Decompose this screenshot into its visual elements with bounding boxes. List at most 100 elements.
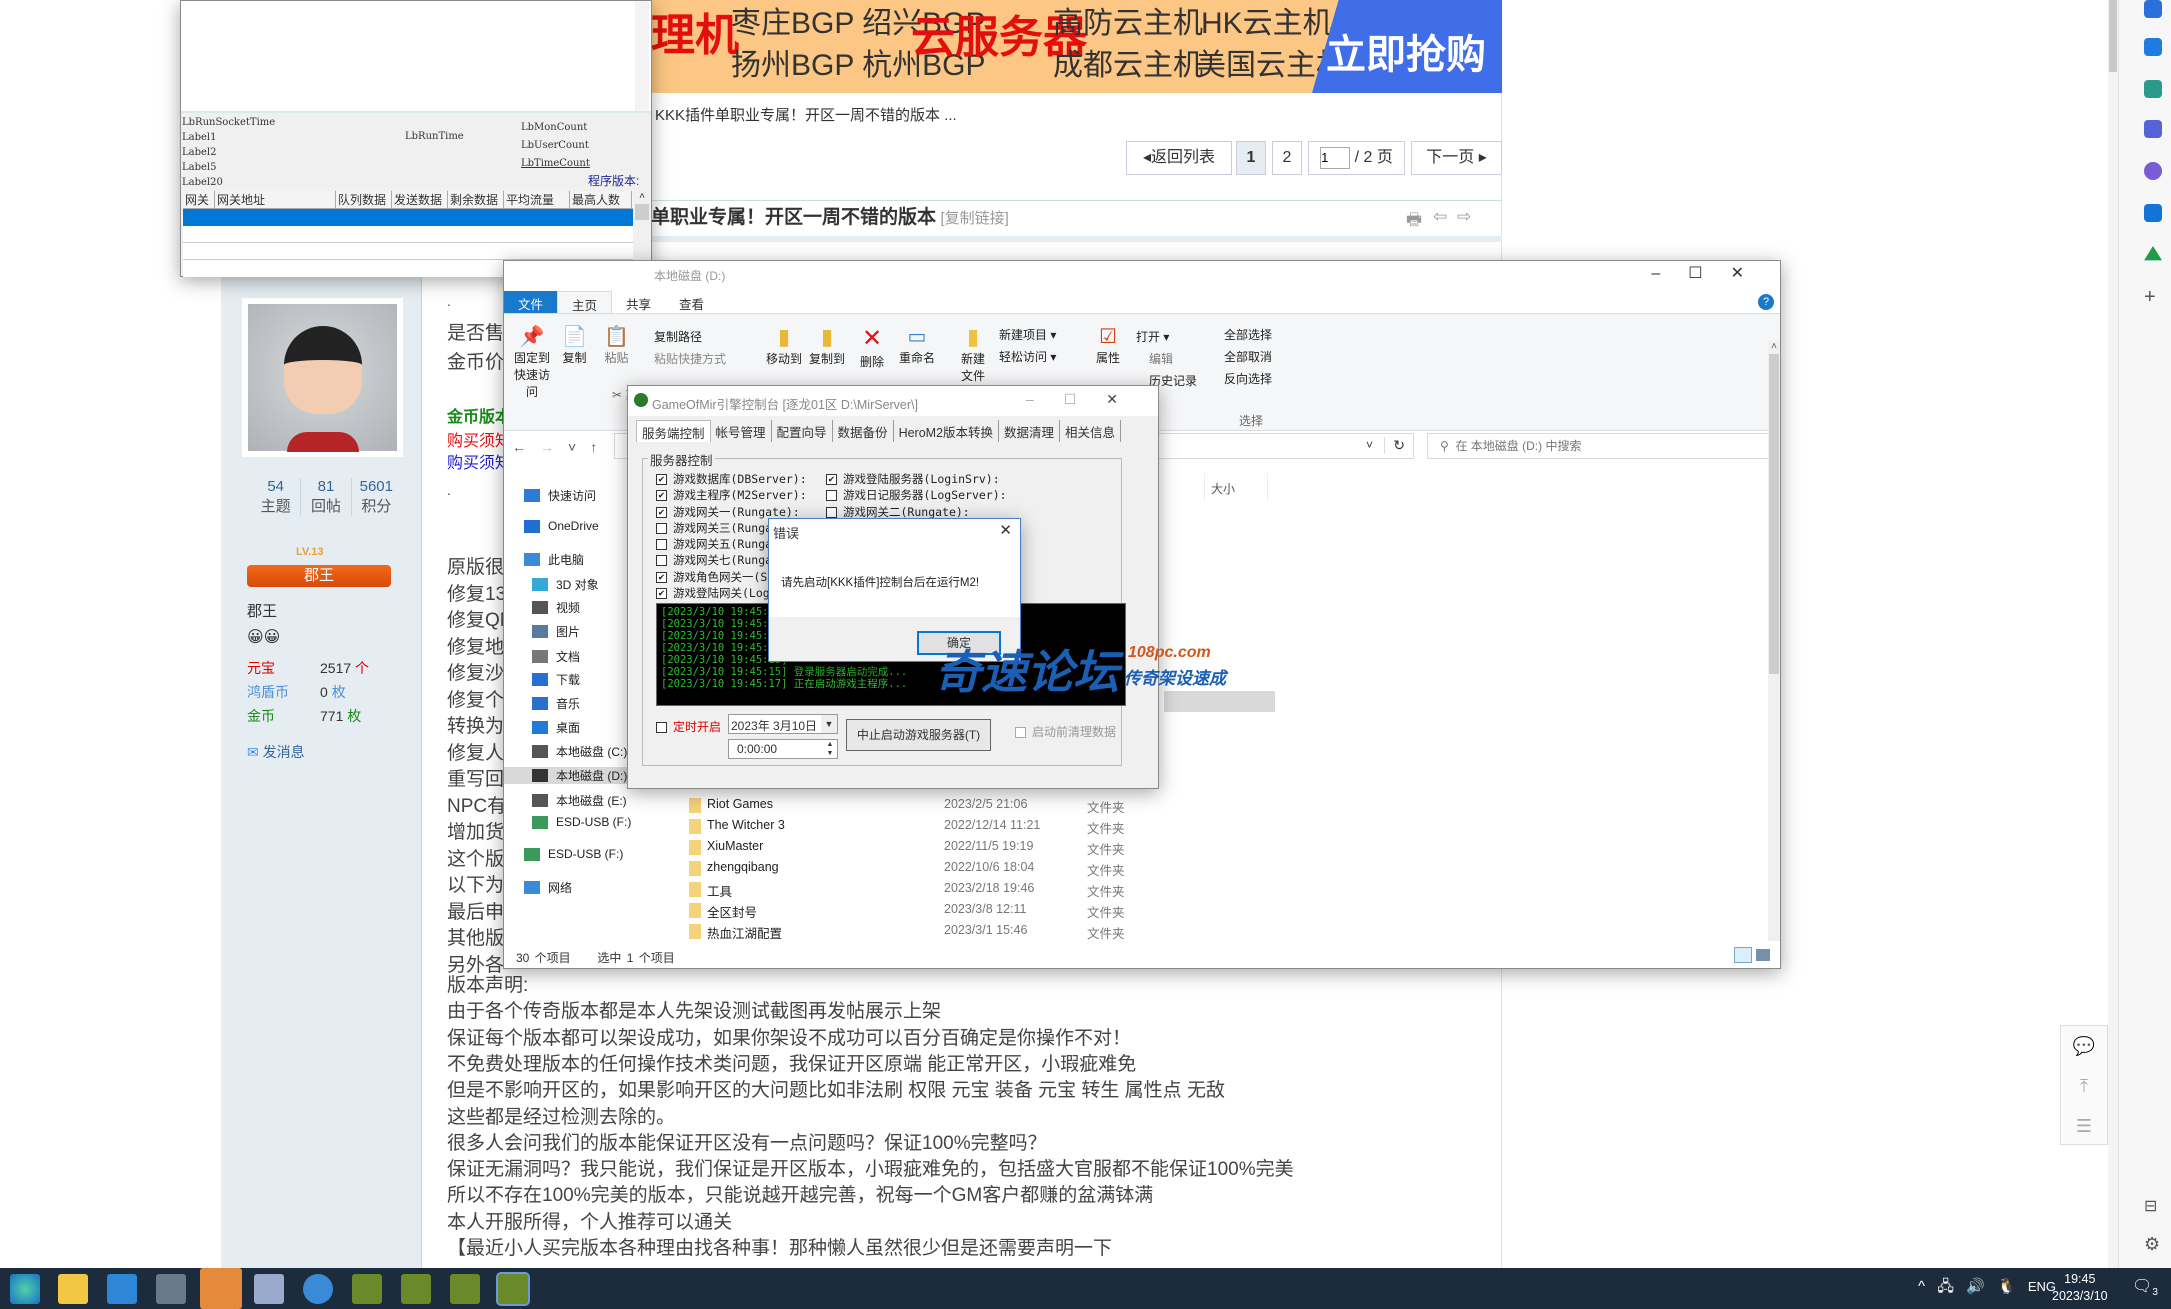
next-thread-icon[interactable]: ⇨ [1457, 207, 1471, 227]
gom-tab[interactable]: 相关信息 [1060, 420, 1122, 442]
nav-item[interactable]: 3D 对象 [532, 576, 599, 593]
nav-item[interactable]: 本地磁盘 (C:) [532, 743, 627, 760]
checkbox[interactable]: ✔ [656, 474, 667, 485]
checkbox[interactable]: ✔ [826, 474, 837, 485]
notification-center-icon[interactable]: 🗨3 [2132, 1276, 2158, 1298]
shopping-tag-icon[interactable] [2144, 38, 2162, 56]
gom-tab[interactable]: 服务端控制 [636, 420, 711, 442]
checkbox[interactable]: ✔ [656, 506, 667, 518]
gom-tab[interactable]: 数据备份 [833, 420, 894, 442]
nav-item[interactable]: ESD-USB (F:) [524, 847, 623, 861]
minimize-button[interactable]: – [1651, 265, 1688, 282]
easy-access-button[interactable]: 轻松访问 ▾ [999, 348, 1056, 365]
gom-minimize-button[interactable]: – [1026, 391, 1064, 407]
gom-taskbar-icon-3[interactable] [450, 1274, 480, 1304]
gate-list-row-selected[interactable] [183, 209, 633, 226]
nav-item[interactable]: 下载 [532, 671, 580, 688]
gate-column-header[interactable]: 平均流量 [504, 191, 570, 208]
nav-item[interactable]: 文档 [532, 648, 580, 665]
file-row[interactable]: 热血江湖配置 2023/3/1 15:46 文件夹 [689, 921, 1289, 942]
server-checkbox[interactable]: 游戏日记服务器(LogServer): [826, 487, 1007, 503]
buy-now-button[interactable]: 立即抢购 [1312, 0, 1502, 93]
rename-button[interactable]: ▭ 重命名 [899, 324, 935, 366]
network-icon[interactable]: 🖧 [1937, 1278, 1954, 1295]
nav-item[interactable]: 图片 [532, 623, 580, 640]
gate-column-header[interactable]: 网关地址 [215, 191, 336, 208]
show-hidden-icons[interactable]: ^ [1918, 1278, 1925, 1295]
comment-icon[interactable]: 💬 [2061, 1026, 2107, 1066]
gom-taskbar-icon-2[interactable] [401, 1274, 431, 1304]
pin-quick-access-button[interactable]: 📌 固定到快速访问 [510, 324, 554, 400]
active-app-taskbar-icon[interactable] [200, 1268, 242, 1309]
copy-button[interactable]: 📄 复制 [562, 324, 587, 366]
gom-tab[interactable]: 配置向导 [772, 420, 833, 442]
office-icon[interactable] [2144, 162, 2162, 180]
checkbox[interactable]: ✔ [656, 490, 667, 502]
edit-button[interactable]: 编辑 [1149, 350, 1173, 367]
next-page-button[interactable]: 下一页 ▸ [1411, 141, 1502, 175]
date-dropdown-icon[interactable]: ▼ [821, 715, 837, 733]
recent-chevron-icon[interactable]: ˅ [568, 439, 590, 455]
nav-item[interactable]: 网络 [524, 879, 572, 896]
clock[interactable]: 19:45 2023/3/10 [2052, 1271, 2108, 1305]
forward-arrow-icon[interactable]: → [540, 439, 568, 455]
file-explorer-taskbar-icon[interactable] [58, 1274, 88, 1304]
checkbox[interactable] [656, 522, 667, 534]
page-input[interactable] [1320, 146, 1351, 169]
select-all-button[interactable]: 全部选择 [1224, 324, 1272, 346]
page-2-button[interactable]: 2 [1272, 141, 1302, 175]
file-row[interactable]: 全区封号 2023/3/8 12:11 文件夹 [689, 900, 1289, 921]
properties-button[interactable]: ☑ 属性 [1096, 324, 1120, 366]
edge-taskbar-icon[interactable] [10, 1274, 40, 1304]
volume-icon[interactable]: 🔊 [1966, 1278, 1985, 1295]
checkbox[interactable] [826, 490, 837, 502]
gate-column-header[interactable]: 剩余数据 [448, 191, 504, 208]
qq-icon[interactable]: 🐧 [1997, 1278, 2016, 1295]
checkbox[interactable] [656, 539, 667, 551]
gate-column-header[interactable]: 队列数据 [336, 191, 392, 208]
sidebar-layout-icon[interactable]: ⊟ [2144, 1196, 2157, 1216]
nav-item[interactable]: OneDrive [524, 519, 599, 533]
nav-item[interactable]: 桌面 [532, 719, 580, 736]
close-button[interactable]: ✕ [1731, 265, 1772, 282]
column-header-size[interactable]: 大小 [1204, 473, 1268, 501]
copy-link[interactable]: [复制链接] [940, 210, 1008, 227]
avatar[interactable] [242, 298, 403, 457]
tools-icon[interactable] [2144, 80, 2162, 98]
send-message-link[interactable]: ✉ 发消息 [247, 742, 305, 762]
gom-tab[interactable]: 帐号管理 [711, 420, 772, 442]
prev-thread-icon[interactable]: ⇦ [1433, 207, 1447, 227]
file-row[interactable]: The Witcher 3 2022/12/14 11:21 文件夹 [689, 816, 1289, 837]
time-input[interactable]: 0:00:00 ▲ ▼ [728, 739, 838, 759]
search-box[interactable]: ⚲ 在 本地磁盘 (D:) 中搜索 [1427, 433, 1769, 459]
paste-shortcut-button[interactable]: 粘贴快捷方式 [654, 350, 726, 367]
nav-item[interactable]: 快速访问 [524, 487, 596, 504]
gom-taskbar-icon-4[interactable] [496, 1272, 530, 1306]
select-none-button[interactable]: 全部取消 [1224, 346, 1272, 368]
copy-path-button[interactable]: 复制路径 [654, 328, 702, 345]
clear-data-checkbox[interactable]: 启动前清理数据 [1015, 723, 1116, 740]
print-icon[interactable]: 🖶 [1406, 207, 1422, 236]
ad-banner[interactable]: 理机 枣庄BGP 绍兴BGP 扬州BGP 杭州BGP 云服务器 高防云主机 HK… [651, 0, 1502, 93]
notepad-taskbar-icon[interactable] [254, 1274, 284, 1304]
stat-points[interactable]: 5601 积分 [352, 478, 401, 516]
refresh-icon[interactable]: ↻ [1384, 437, 1405, 454]
file-row[interactable]: zhengqibang 2022/10/6 18:04 文件夹 [689, 858, 1289, 879]
back-arrow-icon[interactable]: ← [512, 439, 540, 455]
checkbox[interactable] [656, 722, 667, 734]
nav-item[interactable]: ESD-USB (F:) [532, 815, 631, 829]
page-scrollbar[interactable] [2108, 0, 2118, 1268]
file-row[interactable]: XiuMaster 2022/11/5 19:19 文件夹 [689, 837, 1289, 858]
server-checkbox[interactable]: ✔ 游戏主程序(M2Server): [656, 487, 825, 503]
open-button[interactable]: 打开 ▾ [1136, 328, 1169, 345]
checkbox[interactable]: ✔ [656, 588, 667, 600]
help-icon[interactable]: ? [1758, 294, 1774, 310]
checkbox[interactable]: ✔ [656, 571, 667, 583]
buy-notice-link-blue[interactable]: 购买须知 [447, 452, 511, 476]
error-dialog-close-button[interactable]: ✕ [999, 521, 1012, 539]
move-to-button[interactable]: ▮ 移动到 [766, 324, 802, 367]
up-arrow-icon[interactable]: ↑ [590, 439, 611, 455]
file-row[interactable]: 工具 2023/2/18 19:46 文件夹 [689, 879, 1289, 900]
file-row[interactable]: Riot Games 2023/2/5 21:06 文件夹 [689, 795, 1289, 816]
bing-icon[interactable] [2144, 0, 2162, 18]
